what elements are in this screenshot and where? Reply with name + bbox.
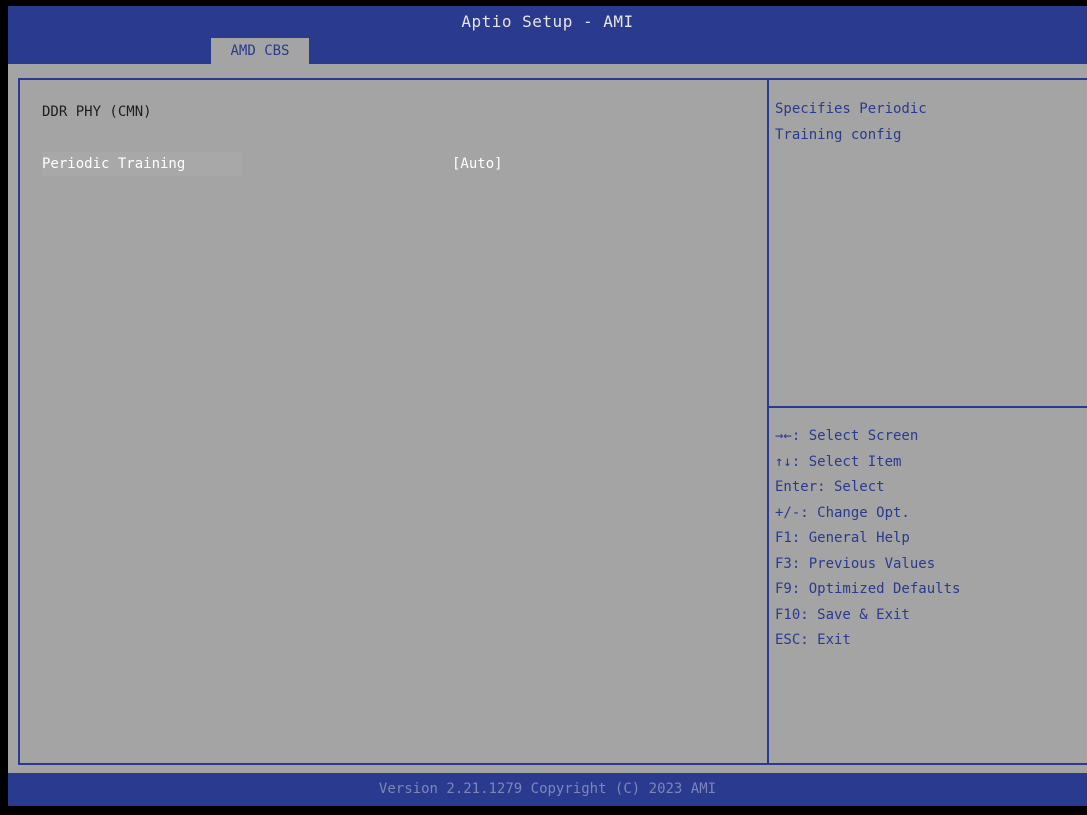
version-copyright: Version 2.21.1279 Copyright (C) 2023 AMI [378, 781, 717, 797]
key-hint-select-item: ↑↓: Select Item [775, 453, 902, 470]
key-hint-change-opt: +/-: Change Opt. [775, 504, 910, 521]
tab-amd-cbs[interactable]: AMD CBS [211, 38, 309, 64]
key-hint-optimized-defaults: F9: Optimized Defaults [775, 581, 961, 597]
help-divider [769, 406, 1087, 408]
header-bar: Aptio Setup - AMI AMD CBS [8, 6, 1087, 64]
help-line: Specifies Periodic [775, 101, 927, 117]
key-hint-esc-exit: ESC: Exit [775, 632, 851, 648]
settings-panel: DDR PHY (CMN) Periodic Training [Auto] [18, 78, 769, 765]
content-area: DDR PHY (CMN) Periodic Training [Auto] S… [8, 64, 1087, 773]
help-line: Training config [775, 127, 902, 143]
key-hint-select-screen: →←: Select Screen [775, 428, 919, 444]
key-hint-enter: Enter: Select [775, 479, 885, 495]
help-panel: Specifies Periodic Training config →←: S… [769, 78, 1087, 765]
key-hint-general-help: F1: General Help [775, 530, 910, 546]
section-title: DDR PHY (CMN) [42, 104, 152, 120]
setting-value[interactable]: [Auto] [452, 152, 503, 176]
key-hint-save-exit: F10: Save & Exit [775, 606, 910, 623]
window-title: Aptio Setup - AMI [461, 12, 634, 31]
help-description: Specifies Periodic Training config [775, 96, 1075, 148]
bios-setup-screen: Aptio Setup - AMI AMD CBS DDR PHY (CMN) … [8, 6, 1087, 806]
key-legend: →←: Select Screen ↑↓: Select Item Enter:… [775, 424, 1075, 654]
setting-label: Periodic Training [42, 152, 242, 176]
footer-bar: Version 2.21.1279 Copyright (C) 2023 AMI [8, 773, 1087, 806]
key-hint-previous-values: F3: Previous Values [775, 555, 936, 572]
setting-row-periodic-training[interactable]: Periodic Training [Auto] [42, 152, 742, 178]
